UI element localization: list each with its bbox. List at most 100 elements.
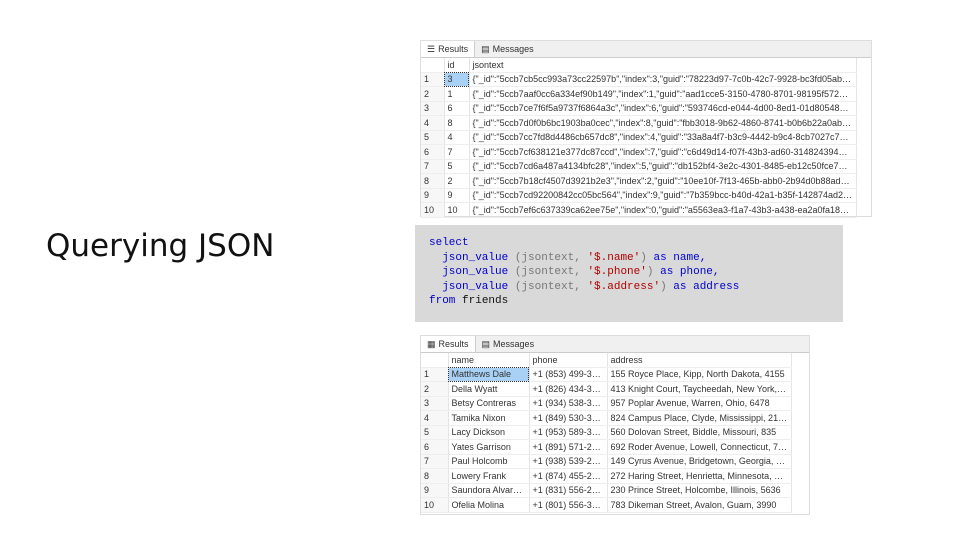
table-row[interactable]: 4 8 {"_id":"5ccb7d0f0b6bc1903ba0cec","inde… xyxy=(421,115,857,131)
row-number[interactable]: 2 xyxy=(421,381,449,397)
table-cell[interactable]: {"_id":"5ccb7cd6a487a4134bfc28","index":… xyxy=(469,159,857,174)
keyword-as: as xyxy=(673,280,687,293)
table-row[interactable]: 1 Matthews Dale +1 (853) 499-3890 155 Royce… xyxy=(421,367,792,382)
table-cell[interactable]: 10 xyxy=(444,202,470,218)
row-number[interactable]: 10 xyxy=(421,497,449,513)
table-row[interactable]: 3 Betsy Contreras +1 (934) 538-3329 957 Pop… xyxy=(421,396,792,411)
table-row[interactable]: 6 7 {"_id":"5ccb7cf638121e377dc87ccd","ind… xyxy=(421,144,857,160)
table-cell[interactable]: +1 (826) 434-3265 xyxy=(529,381,608,397)
table-cell[interactable]: {"_id":"5ccb7cb5cc993a73cc22597b","index… xyxy=(469,72,857,87)
table-cell[interactable]: 692 Roder Avenue, Lowell, Connecticut, 7… xyxy=(607,439,792,455)
table-cell[interactable]: {"_id":"5ccb7d0f0b6bc1903ba0cec","index"… xyxy=(469,115,857,131)
table-cell[interactable]: +1 (891) 571-2637 xyxy=(529,439,608,455)
row-number[interactable]: 5 xyxy=(421,425,449,440)
tab-results[interactable]: ▦ Results xyxy=(421,336,476,352)
table-row[interactable]: 3 6 {"_id":"5ccb7ce7f6f5a9737f6864a3c","in… xyxy=(421,101,857,116)
table-cell[interactable]: +1 (934) 538-3329 xyxy=(529,396,608,411)
table-cell[interactable]: +1 (831) 556-2550 xyxy=(529,483,608,498)
table-row[interactable]: 9 9 {"_id":"5ccb7cd92200842cc05bc564","ind… xyxy=(421,188,857,203)
table-cell[interactable]: 824 Campus Place, Clyde, Mississippi, 21… xyxy=(607,410,792,426)
table-cell[interactable]: 230 Prince Street, Holcombe, Illinois, 5… xyxy=(607,483,792,498)
row-number[interactable]: 7 xyxy=(421,159,445,174)
row-number[interactable]: 10 xyxy=(421,202,445,218)
table-cell[interactable]: Yates Garrison xyxy=(448,439,530,455)
table-row[interactable]: 5 Lacy Dickson +1 (953) 589-3251 560 Dolova… xyxy=(421,425,792,440)
table-cell[interactable]: +1 (874) 455-2712 xyxy=(529,468,608,484)
table-cell[interactable]: Saundora Alvarado xyxy=(448,483,530,498)
table-cell[interactable]: {"_id":"5ccb7cc7fd8d4486cb657dc8","index… xyxy=(469,130,857,145)
table-cell[interactable]: 155 Royce Place, Kipp, North Dakota, 415… xyxy=(607,367,792,382)
table-row[interactable]: 7 Paul Holcomb +1 (938) 539-2627 149 Cyrus … xyxy=(421,454,792,469)
column-header-id[interactable]: id xyxy=(444,58,470,73)
column-header-phone[interactable]: phone xyxy=(529,353,608,368)
row-number[interactable]: 9 xyxy=(421,188,445,203)
table-row[interactable]: 8 Lowery Frank +1 (874) 455-2712 272 Haring… xyxy=(421,468,792,484)
table-cell[interactable]: 6 xyxy=(444,101,470,116)
table-cell[interactable]: 4 xyxy=(444,130,470,145)
table-row[interactable]: 4 Tamika Nixon +1 (849) 530-3548 824 Campus… xyxy=(421,410,792,426)
table-cell[interactable]: +1 (938) 539-2627 xyxy=(529,454,608,469)
column-header-address[interactable]: address xyxy=(607,353,792,368)
table-cell[interactable]: 272 Haring Street, Henrietta, Minnesota,… xyxy=(607,468,792,484)
row-number[interactable]: 4 xyxy=(421,115,445,131)
row-number[interactable]: 6 xyxy=(421,144,445,160)
table-cell[interactable]: {"_id":"5ccb7b18cf4507d3921b2e3","index"… xyxy=(469,173,857,189)
column-header-jsontext[interactable]: jsontext xyxy=(469,58,857,73)
table-cell[interactable]: +1 (849) 530-3548 xyxy=(529,410,608,426)
table-cell[interactable]: Tamika Nixon xyxy=(448,410,530,426)
table-cell[interactable]: 413 Knight Court, Taycheedah, New York, … xyxy=(607,381,792,397)
table-cell[interactable]: 783 Dikeman Street, Avalon, Guam, 3990 xyxy=(607,497,792,513)
table-row[interactable]: 6 Yates Garrison +1 (891) 571-2637 692 Rode… xyxy=(421,439,792,455)
table-cell[interactable]: Betsy Contreras xyxy=(448,396,530,411)
table-cell[interactable]: Paul Holcomb xyxy=(448,454,530,469)
table-cell[interactable]: Matthews Dale xyxy=(448,367,530,382)
tab-messages[interactable]: ▤ Messages xyxy=(476,336,541,352)
table-row[interactable]: 1 3 {"_id":"5ccb7cb5cc993a73cc22597b","ind… xyxy=(421,72,857,87)
table-cell[interactable]: {"_id":"5ccb7cd92200842cc05bc564","index… xyxy=(469,188,857,203)
table-cell[interactable]: 9 xyxy=(444,188,470,203)
tab-results[interactable]: ☰ Results xyxy=(421,41,476,57)
table-row[interactable]: 9 Saundora Alvarado +1 (831) 556-2550 230 P… xyxy=(421,483,792,498)
row-number[interactable]: 1 xyxy=(421,367,449,382)
table-cell[interactable]: +1 (953) 589-3251 xyxy=(529,425,608,440)
table-row[interactable]: 7 5 {"_id":"5ccb7cd6a487a4134bfc28","index… xyxy=(421,159,857,174)
row-number[interactable]: 3 xyxy=(421,101,445,116)
table-row[interactable]: 2 1 {"_id":"5ccb7aaf0cc6a334ef90b149","ind… xyxy=(421,86,857,102)
row-number[interactable]: 4 xyxy=(421,410,449,426)
row-number[interactable]: 7 xyxy=(421,454,449,469)
table-cell[interactable]: 3 xyxy=(444,72,470,87)
table-cell[interactable]: 8 xyxy=(444,115,470,131)
table-cell[interactable]: 7 xyxy=(444,144,470,160)
table-row[interactable]: 8 2 {"_id":"5ccb7b18cf4507d3921b2e3","inde… xyxy=(421,173,857,189)
table-cell[interactable]: Lowery Frank xyxy=(448,468,530,484)
table-cell[interactable]: 957 Poplar Avenue, Warren, Ohio, 6478 xyxy=(607,396,792,411)
table-cell[interactable]: +1 (853) 499-3890 xyxy=(529,367,608,382)
table-cell[interactable]: 5 xyxy=(444,159,470,174)
column-header-name[interactable]: name xyxy=(448,353,530,368)
table-cell[interactable]: {"_id":"5ccb7aaf0cc6a334ef90b149","index… xyxy=(469,86,857,102)
row-number[interactable]: 3 xyxy=(421,396,449,411)
table-row[interactable]: 5 4 {"_id":"5ccb7cc7fd8d4486cb657dc8","ind… xyxy=(421,130,857,145)
table-cell[interactable]: 560 Dolovan Street, Biddle, Missouri, 83… xyxy=(607,425,792,440)
row-number[interactable]: 6 xyxy=(421,439,449,455)
table-cell[interactable]: {"_id":"5ccb7ef6c637339ca62ee75e","index… xyxy=(469,202,857,218)
table-cell[interactable]: Lacy Dickson xyxy=(448,425,530,440)
row-number[interactable]: 2 xyxy=(421,86,445,102)
table-cell[interactable]: {"_id":"5ccb7cf638121e377dc87ccd","index… xyxy=(469,144,857,160)
table-cell[interactable]: Ofelia Molina xyxy=(448,497,530,513)
table-row[interactable]: 10 Ofelia Molina +1 (801) 556-3664 783 Dike… xyxy=(421,497,792,513)
table-cell[interactable]: 2 xyxy=(444,173,470,189)
table-cell[interactable]: 149 Cyrus Avenue, Bridgetown, Georgia, 2… xyxy=(607,454,792,469)
table-row[interactable]: 2 Della Wyatt +1 (826) 434-3265 413 Knight … xyxy=(421,381,792,397)
table-cell[interactable]: Della Wyatt xyxy=(448,381,530,397)
row-number[interactable]: 9 xyxy=(421,483,449,498)
table-row[interactable]: 10 10 {"_id":"5ccb7ef6c637339ca62ee75e","i… xyxy=(421,202,857,218)
table-cell[interactable]: 1 xyxy=(444,86,470,102)
tab-messages[interactable]: ▤ Messages xyxy=(475,41,540,57)
row-number[interactable]: 5 xyxy=(421,130,445,145)
table-cell[interactable]: +1 (801) 556-3664 xyxy=(529,497,608,513)
table-cell[interactable]: {"_id":"5ccb7ce7f6f5a9737f6864a3c","inde… xyxy=(469,101,857,116)
row-number[interactable]: 1 xyxy=(421,72,445,87)
row-number[interactable]: 8 xyxy=(421,173,445,189)
row-number[interactable]: 8 xyxy=(421,468,449,484)
